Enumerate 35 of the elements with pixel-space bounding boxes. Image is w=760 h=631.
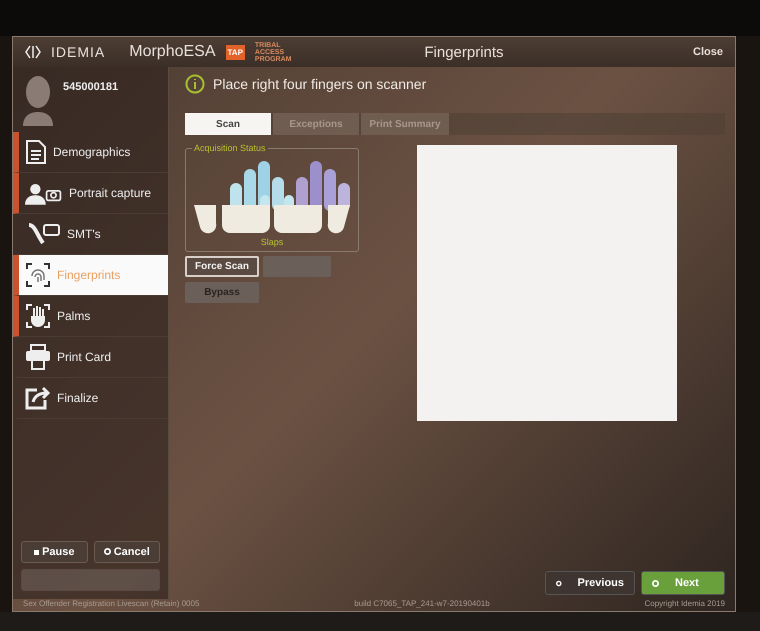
sidebar-item[interactable]: Finalize xyxy=(13,378,168,419)
printer-icon xyxy=(25,344,51,370)
sidebar-item[interactable]: Print Card xyxy=(13,337,168,378)
status-text: Sex Offender Registration Livescan (Retain) 0005 xyxy=(23,599,200,610)
slaps-caption: Slaps xyxy=(260,237,284,247)
sidebar-item[interactable]: Demographics xyxy=(13,132,168,173)
circle-icon xyxy=(652,580,659,586)
circle-icon xyxy=(104,548,111,555)
pause-button[interactable]: Pause xyxy=(21,541,88,563)
subject-id: 545000181 xyxy=(63,81,118,93)
copyright-text: Copyright Idemia 2019 xyxy=(644,599,725,610)
logo-brackets-icon xyxy=(25,45,41,59)
prompt-text: Place right four fingers on scanner xyxy=(213,76,426,92)
build-text: build C7065_TAP_241-w7-20190401b xyxy=(354,599,490,610)
app-name: MorphoESA xyxy=(129,43,216,61)
info-icon xyxy=(185,74,205,94)
window-title: Fingerprints xyxy=(423,44,505,60)
circle-icon xyxy=(556,580,562,586)
previous-button[interactable]: Previous xyxy=(545,571,635,595)
brand-name: IDEMIA xyxy=(51,44,106,60)
panel-legend: Acquisition Status xyxy=(192,143,268,153)
palm-scan-icon xyxy=(25,303,51,329)
avatar-silhouette xyxy=(21,74,55,126)
program-badge: TAP xyxy=(226,44,245,60)
sidebar-item[interactable]: Portrait capture xyxy=(13,173,168,214)
cancel-button[interactable]: Cancel xyxy=(94,541,160,563)
person-camera-icon xyxy=(25,182,63,204)
pause-icon xyxy=(34,550,39,555)
document-icon xyxy=(25,139,47,165)
sidebar-item[interactable]: Palms xyxy=(13,296,168,337)
action-button[interactable]: Force Scan xyxy=(185,256,259,277)
export-arrow-icon xyxy=(25,386,51,410)
fingerprint-icon xyxy=(25,262,51,288)
tab[interactable]: Scan xyxy=(185,113,271,135)
close-button[interactable]: Close xyxy=(693,46,723,58)
